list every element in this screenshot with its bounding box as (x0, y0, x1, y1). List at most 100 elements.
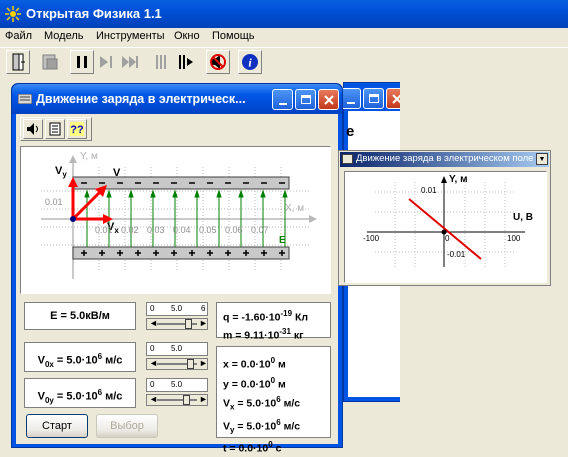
window-app-icon (18, 94, 32, 104)
slider-track[interactable]: ◄ ► (146, 358, 208, 370)
step-button[interactable] (94, 50, 118, 74)
plot-x-tick-left: -100 (363, 234, 380, 243)
slider-right-arrow-icon[interactable]: ► (199, 358, 208, 368)
slider-track[interactable]: ◄ ► (146, 318, 208, 330)
main-window-title-bar[interactable]: Движение заряда в электрическ... (12, 84, 342, 114)
field-diagram-panel: Y, м X, м V Vy Vx E 0.01 0.01 0.02 0.03 … (20, 146, 331, 294)
slider-tick: 0 (150, 344, 155, 353)
app-title-bar: Открытая Физика 1.1 (0, 0, 568, 28)
sound-button[interactable] (23, 119, 43, 139)
charge-m-value: m = 9.11·10-31 кг (223, 326, 304, 342)
model-up-icon (42, 54, 58, 70)
plot-y-axis-label: Y, м (449, 174, 468, 185)
svg-text:??: ?? (70, 124, 84, 136)
pause-icon (77, 56, 87, 68)
slider-tick: 6 (201, 304, 206, 313)
plot-system-menu-icon[interactable] (342, 154, 353, 164)
step-marks-icon (179, 55, 193, 69)
diagram-x-tick: 0.05 (199, 225, 217, 235)
description-button[interactable] (45, 119, 65, 139)
step-back-button[interactable] (150, 50, 174, 74)
main-window: Движение заряда в электрическ... ?? Y, м… (11, 83, 343, 455)
slider-right-arrow-icon[interactable]: ► (199, 394, 208, 404)
state-t-value: t = 0.0·100 с (223, 440, 282, 455)
charge-info-panel: q = -1.60·10-19 Кл m = 9.11·10-31 кг (216, 302, 331, 341)
sound-off-button[interactable] (206, 50, 230, 74)
plot-x-axis-label: U, В (513, 212, 533, 223)
e-field-slider[interactable]: 0 5.0 6 ◄ ► (146, 302, 208, 332)
slider-tick: 0 (150, 304, 155, 313)
minimize-icon (346, 101, 355, 104)
sound-off-icon (210, 54, 226, 70)
velocity-label: V (113, 167, 121, 179)
bg-minimize-button[interactable] (340, 88, 361, 109)
diagram-y-tick: 0.01 (45, 197, 63, 207)
main-window-body: ?? Y, м X, м V Vy Vx E 0.01 0.01 0.02 0.… (16, 114, 338, 455)
maximize-button[interactable] (295, 89, 316, 110)
slider-right-arrow-icon[interactable]: ► (199, 318, 208, 328)
field-diagram (41, 155, 317, 279)
maximize-icon (368, 94, 379, 103)
step-marks-button[interactable] (174, 50, 198, 74)
menu-help[interactable]: Помощь (212, 30, 255, 42)
exit-button[interactable] (6, 50, 30, 74)
app-title: Открытая Физика 1.1 (26, 6, 162, 21)
state-x-value: x = 0.0·100 м (223, 356, 286, 371)
plot-dropdown-icon[interactable]: ▼ (536, 153, 548, 165)
plot-y-tick-top: 0.01 (421, 186, 437, 195)
minimize-icon (278, 102, 287, 105)
slider-thumb[interactable] (185, 319, 192, 329)
slider-tick: 0 (150, 380, 155, 389)
menu-tools[interactable]: Инструменты (96, 30, 165, 42)
plot-origin-label: 0 (445, 234, 450, 243)
questions-button[interactable]: ?? (67, 119, 87, 139)
v0x-value: V0x = 5.0·106 м/с (24, 342, 136, 372)
info-icon: i (242, 54, 258, 70)
diagram-x-tick: 0.07 (251, 225, 269, 235)
state-vx-value: Vx = 5.0·106 м/с (223, 395, 301, 412)
fast-forward-button[interactable] (118, 50, 142, 74)
menu-model[interactable]: Модель (44, 30, 83, 42)
pause-button[interactable] (70, 50, 94, 74)
slider-scale: 0 5.0 6 (146, 302, 208, 316)
vy-label: Vy (55, 165, 67, 180)
slider-track[interactable]: ◄ ► (146, 394, 208, 406)
info-button[interactable]: i (238, 50, 262, 74)
v0y-slider[interactable]: 0 5.0 ◄ ► (146, 378, 208, 408)
plot-window-title-bar[interactable]: Движение заряда в электрическом поле ▼ (340, 152, 549, 167)
model-up-button[interactable] (38, 50, 62, 74)
step-icon (100, 56, 112, 68)
state-vy-value: Vy = 5.0·106 м/с (223, 417, 301, 435)
menu-window[interactable]: Окно (174, 30, 200, 42)
plot-area: Y, м U, В 0.01 -0.01 -100 100 0 (344, 171, 547, 283)
slider-scale: 0 5.0 (146, 378, 208, 392)
slider-thumb[interactable] (187, 359, 194, 369)
question-icon: ?? (70, 122, 84, 136)
start-button[interactable]: Старт (26, 414, 88, 438)
speaker-icon (27, 123, 38, 135)
minimize-button[interactable] (272, 89, 293, 110)
slider-thumb[interactable] (183, 395, 190, 405)
close-button[interactable] (318, 89, 339, 110)
v0y-value: V0y = 5.0·106 м/с (24, 378, 136, 408)
select-button[interactable]: Выбор (96, 414, 158, 438)
plot-window: Движение заряда в электрическом поле ▼ Y… (338, 150, 551, 286)
bg-maximize-button[interactable] (363, 88, 384, 109)
diagram-x-tick: 0.03 (147, 225, 165, 235)
diagram-x-tick: 0.01 (95, 225, 113, 235)
menu-file[interactable]: Файл (5, 30, 32, 42)
field-e-label: E (279, 235, 286, 246)
plot-chart (367, 176, 525, 267)
state-y-value: y = 0.0·100 м (223, 375, 286, 391)
diagram-x-tick: 0.06 (225, 225, 243, 235)
step-back-icon (156, 55, 166, 69)
toolbar: i (0, 47, 568, 79)
main-window-title: Движение заряда в электрическ... (36, 92, 246, 106)
diagram-x-tick: 0.02 (121, 225, 139, 235)
plot-y-tick-bottom: -0.01 (447, 250, 466, 259)
slider-tick: 5.0 (171, 380, 183, 389)
v0x-slider[interactable]: 0 5.0 ◄ ► (146, 342, 208, 372)
slider-scale: 0 5.0 (146, 342, 208, 356)
menu-bar: Файл Модель Инструменты Окно Помощь (0, 28, 568, 47)
close-icon (323, 94, 334, 105)
